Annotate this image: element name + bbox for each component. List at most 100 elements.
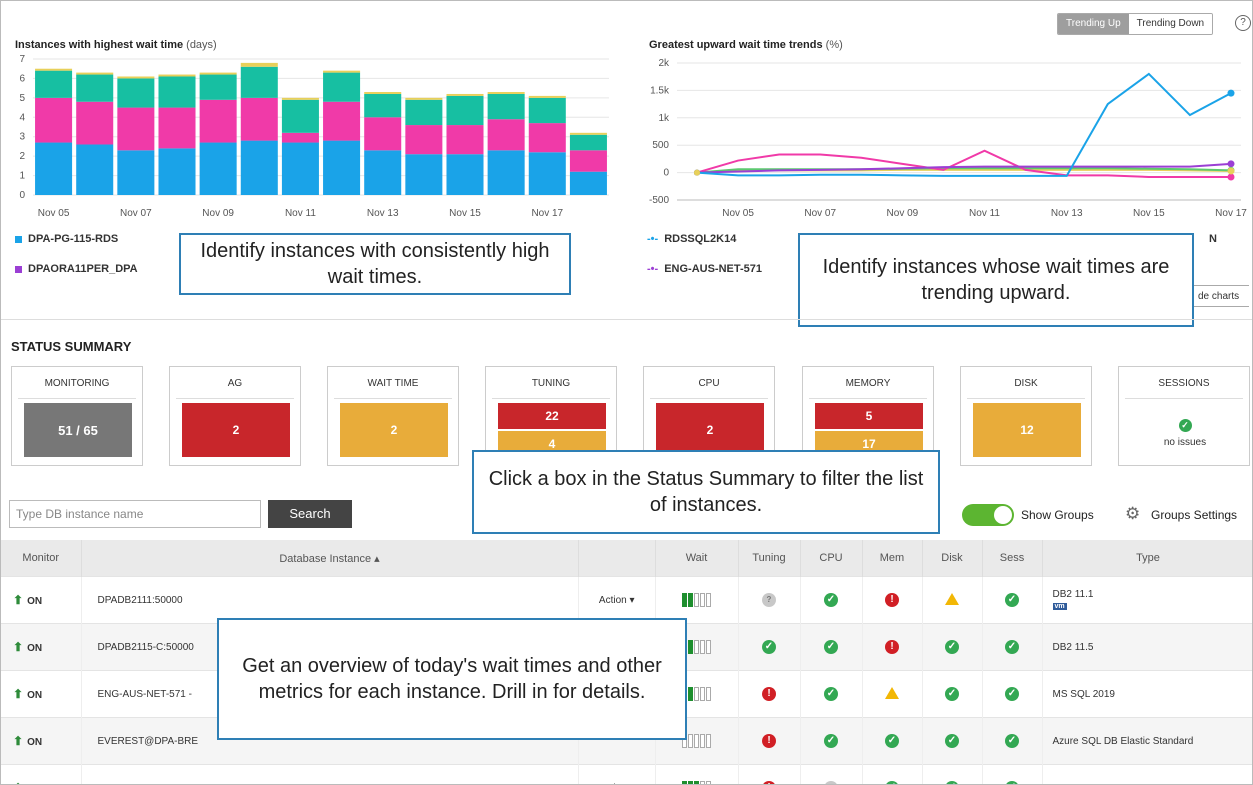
trending-down-button[interactable]: Trending Down bbox=[1128, 14, 1213, 34]
monitor-cell[interactable]: ⬆ON bbox=[1, 764, 82, 784]
legend-item[interactable]: N bbox=[1209, 233, 1217, 245]
error-icon[interactable]: ! bbox=[738, 764, 801, 784]
status-card-ag[interactable]: AG 2 bbox=[169, 366, 301, 466]
ok-icon[interactable]: ✓ bbox=[922, 717, 983, 765]
ok-icon[interactable]: ✓ bbox=[982, 717, 1043, 765]
status-card-sessions[interactable]: SESSIONS ✓ no issues bbox=[1118, 366, 1250, 466]
bar-segment bbox=[76, 74, 114, 102]
status-value[interactable]: 12 bbox=[973, 403, 1081, 457]
legend-item[interactable]: DPA-PG-115-RDS bbox=[15, 233, 118, 245]
action-menu[interactable]: Action ▾ bbox=[578, 764, 656, 784]
search-input[interactable]: Type DB instance name bbox=[9, 500, 261, 528]
y-tick-label: 1 bbox=[19, 171, 25, 182]
ok-icon[interactable]: ✓ bbox=[862, 764, 923, 784]
bar-segment bbox=[446, 93, 484, 96]
trend-toggle: Trending Up Trending Down bbox=[1057, 13, 1214, 35]
ok-icon[interactable]: ✓ bbox=[800, 717, 863, 765]
monitor-cell[interactable]: ⬆ON bbox=[1, 717, 82, 765]
wait-time-bar-chart[interactable]: 0 1 2 3 4 5 6 7 Nov 05 Nov 07 Nov 09 Nov 11 Nov 13 No… bbox=[11, 55, 611, 225]
right-chart-unit: (%) bbox=[825, 39, 843, 51]
instance-link[interactable]: POSTGREMONITORINGALPHA.POSTGRES.DATABASE… bbox=[81, 764, 579, 784]
ok-icon[interactable]: ✓ bbox=[982, 670, 1043, 718]
legend-item[interactable]: -•- RDSSQL2K14 bbox=[647, 233, 736, 245]
ok-icon[interactable]: ✓ bbox=[922, 623, 983, 671]
search-button[interactable]: Search bbox=[268, 500, 352, 528]
col-database-instance[interactable]: Database Instance ▴ bbox=[81, 540, 579, 577]
status-value-critical[interactable]: 22 bbox=[498, 403, 606, 429]
ok-icon[interactable]: ✓ bbox=[982, 576, 1043, 624]
ok-icon[interactable]: ✓ bbox=[862, 717, 923, 765]
ok-icon[interactable]: ✓ bbox=[738, 623, 801, 671]
trending-up-button[interactable]: Trending Up bbox=[1058, 14, 1129, 34]
status-value[interactable]: 2 bbox=[340, 403, 448, 457]
warning-icon[interactable] bbox=[922, 576, 983, 624]
col-cpu[interactable]: CPU bbox=[800, 540, 863, 577]
x-tick-label: Nov 15 bbox=[1133, 208, 1165, 219]
col-type[interactable]: Type bbox=[1042, 540, 1252, 577]
wait-trend-line-chart[interactable]: -500 0 500 1k 1.5k 2k Nov 05 Nov 07 Nov 09 Nov 11… bbox=[641, 55, 1249, 225]
bar-segment bbox=[405, 125, 443, 155]
wait-bar[interactable] bbox=[655, 576, 739, 624]
error-icon[interactable]: ! bbox=[738, 670, 801, 718]
hide-charts-button[interactable]: de charts bbox=[1191, 285, 1249, 307]
status-value[interactable]: 2 bbox=[182, 403, 290, 457]
error-icon[interactable]: ! bbox=[862, 576, 923, 624]
status-value-critical[interactable]: 5 bbox=[815, 403, 923, 429]
bar-segment bbox=[364, 117, 402, 151]
error-icon[interactable]: ! bbox=[738, 717, 801, 765]
col-mem[interactable]: Mem bbox=[862, 540, 923, 577]
table-row[interactable]: ⬆ON POSTGREMONITORINGALPHA.POSTGRES.DATA… bbox=[1, 764, 1252, 784]
ok-icon[interactable]: ✓ bbox=[922, 670, 983, 718]
ok-icon[interactable]: ✓ bbox=[922, 764, 983, 784]
error-icon[interactable]: ! bbox=[862, 623, 923, 671]
status-card-monitoring[interactable]: MONITORING 51 / 65 bbox=[11, 366, 143, 466]
bar-segment bbox=[364, 93, 402, 118]
unknown-icon[interactable]: ? bbox=[738, 576, 801, 624]
bar-segment bbox=[446, 154, 484, 195]
col-disk[interactable]: Disk bbox=[922, 540, 983, 577]
bar-segment bbox=[117, 107, 155, 151]
ok-icon[interactable]: ✓ bbox=[800, 670, 863, 718]
ok-icon[interactable]: ✓ bbox=[982, 623, 1043, 671]
action-menu[interactable]: Action ▾ bbox=[578, 576, 656, 624]
ok-icon[interactable]: ✓ bbox=[982, 764, 1043, 784]
status-value[interactable]: 2 bbox=[656, 403, 764, 457]
gear-icon[interactable]: ⚙ bbox=[1125, 504, 1140, 524]
monitor-cell[interactable]: ⬆ON bbox=[1, 670, 82, 718]
status-card-wait-time[interactable]: WAIT TIME 2 bbox=[327, 366, 459, 466]
monitor-cell[interactable]: ⬆ON bbox=[1, 576, 82, 624]
bar-segment bbox=[158, 107, 196, 149]
y-tick-label: -500 bbox=[649, 195, 669, 206]
arrow-up-icon: ⬆ bbox=[13, 781, 23, 784]
monitor-cell[interactable]: ⬆ON bbox=[1, 623, 82, 671]
unknown-icon[interactable]: ? bbox=[800, 764, 863, 784]
bar-segment bbox=[487, 150, 525, 195]
col-wait[interactable]: Wait bbox=[655, 540, 739, 577]
show-groups-toggle[interactable] bbox=[962, 504, 1014, 526]
warning-icon[interactable] bbox=[862, 670, 923, 718]
status-value[interactable]: 51 / 65 bbox=[24, 403, 132, 457]
bar-segment bbox=[158, 76, 196, 108]
help-icon[interactable]: ? bbox=[1235, 15, 1251, 31]
table-row[interactable]: ⬆ ON DPADB2111:50000 Action ▾ ? ✓ ! ✓ DB2… bbox=[1, 576, 1252, 624]
wait-bar[interactable] bbox=[655, 764, 739, 784]
divider bbox=[1, 319, 1252, 320]
col-sess[interactable]: Sess bbox=[982, 540, 1043, 577]
col-monitor[interactable]: Monitor bbox=[1, 540, 82, 577]
bar-segment bbox=[487, 93, 525, 120]
col-action bbox=[578, 540, 656, 577]
ok-icon[interactable]: ✓ bbox=[800, 623, 863, 671]
col-tuning[interactable]: Tuning bbox=[738, 540, 801, 577]
bar-segment bbox=[281, 97, 319, 100]
x-tick-label: Nov 05 bbox=[38, 208, 70, 219]
y-tick-label: 4 bbox=[19, 112, 25, 123]
status-value: no issues bbox=[1163, 437, 1207, 448]
groups-settings-link[interactable]: Groups Settings bbox=[1151, 508, 1237, 522]
legend-item[interactable]: -•- ENG-AUS-NET-571 bbox=[647, 263, 762, 275]
status-card-disk[interactable]: DISK 12 bbox=[960, 366, 1092, 466]
ok-icon[interactable]: ✓ bbox=[800, 576, 863, 624]
bar-segment bbox=[240, 97, 278, 141]
legend-swatch bbox=[15, 265, 22, 273]
instance-link[interactable]: DPADB2111:50000 bbox=[81, 576, 579, 624]
legend-item[interactable]: DPAORA11PER_DPA bbox=[15, 263, 138, 275]
